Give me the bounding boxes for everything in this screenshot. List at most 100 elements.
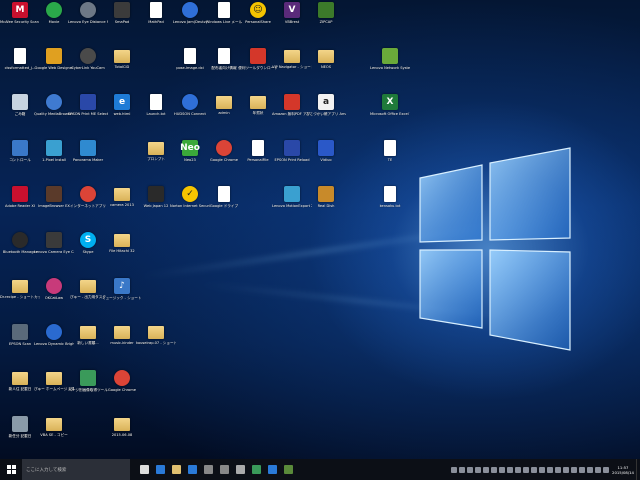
tray-icon[interactable] (499, 466, 505, 473)
tray-icon[interactable] (603, 466, 609, 473)
tray-icon[interactable] (555, 466, 561, 473)
tray-icon[interactable] (595, 466, 601, 473)
app-icon (235, 465, 245, 474)
motion-icon (284, 186, 300, 202)
tray-icon[interactable] (459, 466, 465, 473)
camera-icon (46, 232, 62, 248)
folder-icon (114, 50, 130, 63)
folder-icon (114, 234, 130, 247)
brightness-icon (46, 324, 62, 340)
start-button[interactable] (0, 459, 22, 480)
taskbar-app-button[interactable] (280, 459, 296, 480)
desktop-icon[interactable]: Lenovo Network System (370, 48, 410, 92)
clock[interactable]: 11:57 2015/08/14 (610, 465, 636, 475)
desktop-icon[interactable]: a おこづかい帳アプリ Amazon.co.jp (306, 94, 346, 138)
desktop-icon-label: kouseirap.07 - ショートカット (136, 341, 176, 345)
taskbar-app-button[interactable] (184, 459, 200, 480)
tray-icon[interactable] (507, 466, 513, 473)
desktop-icon[interactable]: ♪ ミュージック - ショートカット (102, 278, 142, 322)
taskbar-app-button[interactable] (232, 459, 248, 480)
folder-icon (284, 50, 300, 63)
tray-icon[interactable] (451, 466, 457, 473)
image-tool-icon (80, 370, 96, 386)
norton-icon: ✓ (182, 186, 198, 202)
taskbar-app-button[interactable] (200, 459, 216, 480)
desktop-icon-label: Lenovo Network System (370, 66, 410, 70)
search-input[interactable]: ここに入力して検索 (22, 459, 130, 480)
panorama-icon (80, 140, 96, 156)
smapad-icon (114, 2, 130, 18)
desktop-icon[interactable]: Real Dish (306, 186, 346, 230)
folder-icon (114, 188, 130, 201)
document-icon (218, 48, 230, 64)
taskbar-app-button[interactable] (168, 459, 184, 480)
desktop-icon-label: 2015.06.08 (111, 433, 133, 437)
desktop-icon[interactable]: Google Chrome (102, 370, 142, 414)
desktop-icon[interactable]: Panorama Maker (68, 140, 108, 184)
tray-icon[interactable] (491, 466, 497, 473)
taskbar-app-button[interactable] (152, 459, 168, 480)
tray-icon[interactable] (587, 466, 593, 473)
store-icon (187, 465, 197, 474)
folder-icon (80, 280, 96, 293)
show-desktop-button[interactable] (636, 459, 640, 480)
tray-icon[interactable] (547, 466, 553, 473)
document-icon (14, 48, 26, 64)
tray-icon[interactable] (483, 466, 489, 473)
excel-icon: X (382, 94, 398, 110)
desktop-icon[interactable]: TE (370, 140, 410, 184)
desktop-icon[interactable]: Google ドライブ (204, 186, 244, 230)
folder-icon (12, 372, 28, 385)
desktop-icon-label: Real Dish (317, 204, 335, 208)
folder-icon (80, 326, 96, 339)
taskbar-app-button[interactable] (136, 459, 152, 480)
clock-date: 2015/08/14 (612, 469, 634, 475)
desktop-icon-label: ミュージック - ショートカット (102, 296, 142, 300)
desktop-icon[interactable]: ZIPCAP (306, 2, 346, 46)
folder-icon (12, 280, 28, 293)
desktop-icon-label: TE (387, 158, 393, 162)
desktop-icon[interactable]: 2015.06.08 (102, 416, 142, 459)
neo-icon: Neo (180, 140, 200, 156)
tray-icon[interactable] (579, 466, 585, 473)
task-view-icon (139, 465, 149, 474)
desktop-icon[interactable]: Vidiuo (306, 140, 346, 184)
realdish-icon (318, 186, 334, 202)
vbb-icon: V (284, 2, 300, 18)
taskbar-app-button[interactable] (264, 459, 280, 480)
desktop[interactable]: MMcAfee Security Scan PlusMovieLenovo Ey… (0, 0, 640, 459)
search-placeholder: ここに入力して検索 (26, 467, 67, 473)
tray-icon[interactable] (515, 466, 521, 473)
tray-icon[interactable] (539, 466, 545, 473)
desktop-icon-label: ZIPCAP (319, 20, 333, 24)
tray-icon[interactable] (531, 466, 537, 473)
tray-icon[interactable] (571, 466, 577, 473)
document-icon (384, 186, 396, 202)
photo-icon (12, 416, 28, 432)
folder-icon (148, 326, 164, 339)
music-icon: ♪ (114, 278, 130, 294)
desktop-icon[interactable]: TotalCiD (102, 48, 142, 92)
file-explorer-icon (171, 465, 181, 474)
taskbar-app-button[interactable] (216, 459, 232, 480)
desktop-icon[interactable]: File Hitachi 32 (102, 232, 142, 276)
edge-icon (155, 465, 165, 474)
desktop-icon[interactable]: kouseirap.07 - ショートカット (136, 324, 176, 368)
tray-icon[interactable] (523, 466, 529, 473)
desktop-icon[interactable]: VBA SE - コピー (34, 416, 74, 459)
desktop-icon[interactable]: X Microsoft Office Excel Viewer (370, 94, 410, 138)
vidiuo-icon (318, 140, 334, 156)
tray-icon[interactable] (563, 466, 569, 473)
folder-icon (114, 418, 130, 431)
app-icon (219, 465, 229, 474)
tray-icon[interactable] (467, 466, 473, 473)
tray-icon[interactable] (475, 466, 481, 473)
google-designer-icon (46, 48, 62, 64)
folder-icon (46, 372, 62, 385)
desktop-icon-label: TotalCiD (114, 65, 130, 69)
desktop-icon[interactable]: NEOS (306, 48, 346, 92)
desktop-icon-label: Panorama Maker (72, 158, 104, 162)
desktop-icon[interactable]: kensaku.txt (370, 186, 410, 230)
folder-icon (250, 96, 266, 109)
taskbar-app-button[interactable] (248, 459, 264, 480)
